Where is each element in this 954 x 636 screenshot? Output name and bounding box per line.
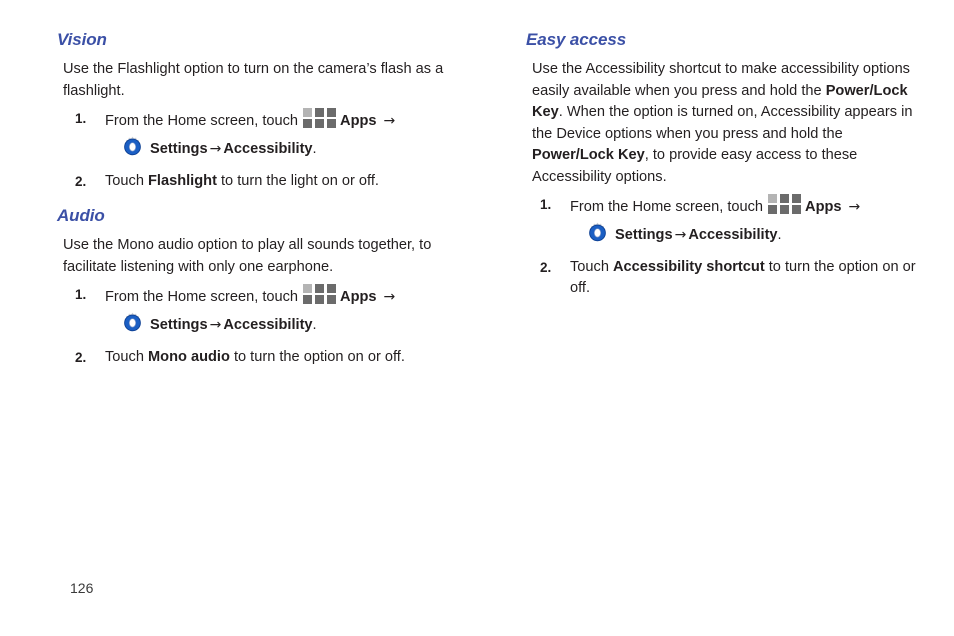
arrow-right-icon: → [383,289,396,305]
apps-grid-icon[interactable] [768,194,802,214]
section-heading-vision: Vision [57,30,107,49]
section-paragraph-easy-access: Use the Accessibility shortcut to make a… [526,59,924,188]
step-item: 2. Touch Mono audio to turn the option o… [57,347,448,368]
steps-list-easy-access: 1. From the Home screen, touch Apps → Se… [526,194,924,299]
right-column: Easy access Use the Accessibility shortc… [478,0,954,379]
step-period: . [777,227,782,243]
settings-gear-icon[interactable] [586,222,609,244]
settings-gear-icon[interactable] [121,312,144,334]
two-column-layout: Vision Use the Flashlight option to turn… [0,0,954,379]
step-line-secondary: Settings → Accessibility. [570,222,924,246]
accessibility-label: Accessibility [223,141,313,157]
settings-label: Settings [615,227,673,243]
section-paragraph-vision: Use the Flashlight option to turn on the… [63,61,444,99]
steps-list-vision: 1. From the Home screen, touch Apps → Se… [57,108,448,192]
arrow-right-icon: → [383,113,396,129]
step-number: 1. [540,197,552,212]
apps-grid-icon[interactable] [303,284,337,304]
paragraph-text: . When the option is turned on, Accessib… [532,104,913,142]
arrow-right-icon: → [209,141,222,157]
section-paragraph-audio: Use the Mono audio option to play all so… [63,237,432,275]
step-number: 1. [75,287,87,302]
step-item: 1. From the Home screen, touch Apps → Se… [526,194,924,246]
step-text: Touch [570,259,609,275]
step-period: . [312,317,317,333]
step-text: Touch [105,173,144,189]
settings-gear-icon[interactable] [121,136,144,158]
step-number: 2. [75,174,87,189]
apps-grid-icon[interactable] [303,108,337,128]
step-line-secondary: Settings → Accessibility. [105,312,448,336]
section-heading-easy-access: Easy access [526,30,627,49]
apps-label: Apps [340,113,377,129]
step-text: to turn the option on or off. [233,349,405,365]
section-easy-access: Easy access Use the Accessibility shortc… [526,30,924,299]
step-period: . [312,141,317,157]
step-text: to turn the light on or off. [221,173,379,189]
section-audio: Audio Use the Mono audio option to play … [57,206,448,368]
accessibility-label: Accessibility [223,317,313,333]
step-text: From the Home screen, touch [105,289,299,305]
arrow-right-icon: → [674,227,687,243]
step-text: From the Home screen, touch [570,199,764,215]
step-number: 2. [75,350,87,365]
settings-label: Settings [150,141,208,157]
step-bold-term: Mono audio [148,349,230,365]
step-bold-term: Accessibility shortcut [613,259,765,275]
step-number: 2. [540,260,552,275]
power-lock-key-term: Power/Lock Key [532,147,645,163]
step-item: 1. From the Home screen, touch Apps → Se… [57,284,448,336]
section-heading-audio: Audio [57,206,105,225]
settings-label: Settings [150,317,208,333]
steps-list-audio: 1. From the Home screen, touch Apps → Se… [57,284,448,368]
page-number: 126 [70,580,94,596]
step-line-secondary: Settings → Accessibility. [105,136,448,160]
step-text: Touch [105,349,144,365]
step-text: From the Home screen, touch [105,113,299,129]
apps-label: Apps [805,199,842,215]
step-item: 1. From the Home screen, touch Apps → Se… [57,108,448,160]
step-line-primary: From the Home screen, touch Apps → [570,194,924,218]
step-item: 2. Touch Accessibility shortcut to turn … [526,257,924,299]
step-number: 1. [75,111,87,126]
step-bold-term: Flashlight [148,173,217,189]
step-item: 2. Touch Flashlight to turn the light on… [57,171,448,192]
arrow-right-icon: → [848,199,861,215]
apps-label: Apps [340,289,377,305]
left-column: Vision Use the Flashlight option to turn… [0,0,478,379]
step-line-primary: From the Home screen, touch Apps → [105,108,448,132]
manual-page: Vision Use the Flashlight option to turn… [0,0,954,636]
arrow-right-icon: → [209,317,222,333]
section-vision: Vision Use the Flashlight option to turn… [57,30,448,192]
step-line-primary: From the Home screen, touch Apps → [105,284,448,308]
accessibility-label: Accessibility [688,227,778,243]
